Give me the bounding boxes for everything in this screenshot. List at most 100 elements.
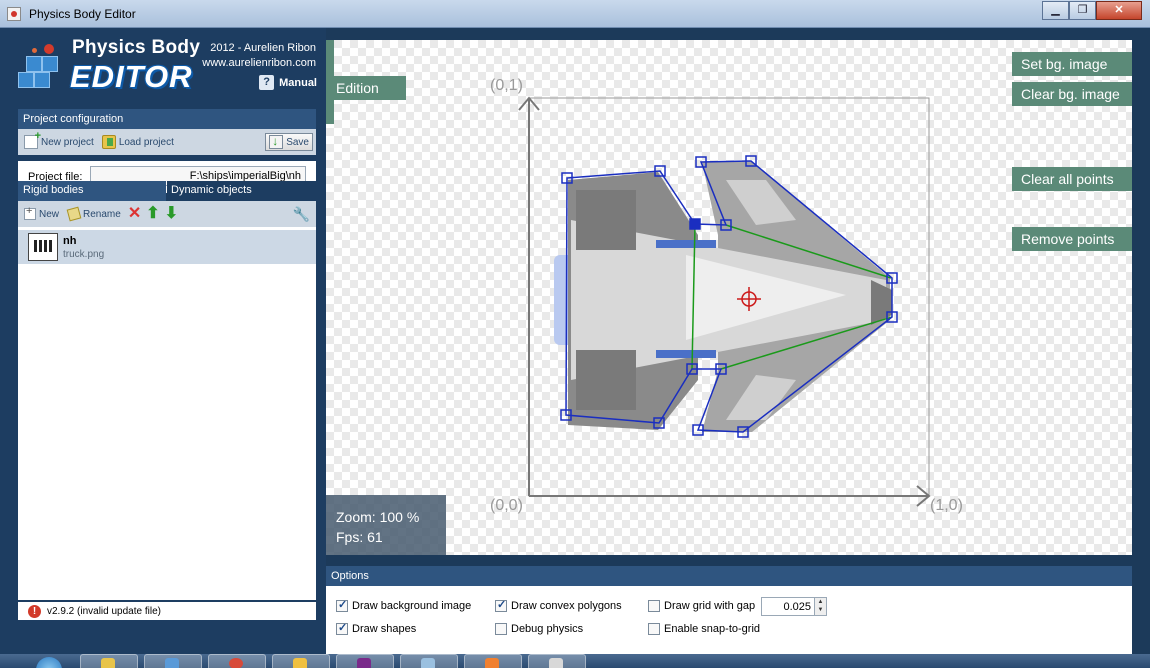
rename-body-button[interactable]: Rename (66, 206, 123, 222)
app-icon (357, 658, 371, 668)
debug-physics-label: Debug physics (511, 623, 584, 635)
window-controls: ▁ ❐ ✕ (1042, 1, 1142, 20)
spinner-down-icon[interactable]: ▼ (815, 606, 826, 614)
draw-grid-option[interactable]: Draw grid with gap (648, 600, 755, 612)
clear-bg-image-button[interactable]: Clear bg. image (1012, 82, 1132, 106)
bodies-toolbar: New Rename ✕ ⬆ ⬇ 🔧 (18, 201, 316, 227)
folder-icon (101, 135, 116, 149)
coord-origin: (0,0) (490, 497, 523, 514)
zoom-level: Zoom: 100 % (336, 509, 420, 525)
set-bg-image-button[interactable]: Set bg. image (1012, 52, 1132, 76)
move-up-icon[interactable]: ⬆ (146, 206, 159, 222)
delete-icon[interactable]: ✕ (128, 206, 141, 222)
spinner-up-icon[interactable]: ▲ (815, 598, 826, 606)
status-bar: ! v2.9.2 (invalid update file) (18, 602, 316, 620)
save-icon (269, 134, 284, 149)
draw-convex-label: Draw convex polygons (511, 600, 622, 612)
rename-body-label: Rename (83, 208, 121, 220)
tab-rigid-bodies[interactable]: Rigid bodies (18, 181, 166, 201)
new-project-button[interactable]: New project (22, 130, 96, 151)
snap-grid-label: Enable snap-to-grid (664, 623, 761, 635)
wrench-icon[interactable]: 🔧 (293, 206, 310, 223)
maximize-button[interactable]: ❐ (1069, 1, 1096, 20)
edition-mode-label[interactable]: Edition (326, 40, 406, 124)
body-file: truck.png (63, 249, 105, 260)
grid-gap-input[interactable] (762, 598, 814, 615)
zoom-fps-readout: Zoom: 100 % Fps: 61 (326, 495, 446, 555)
taskbar-chrome[interactable] (208, 654, 266, 668)
draw-shapes-checkbox[interactable] (336, 621, 348, 635)
snap-grid-option[interactable]: Enable snap-to-grid (648, 623, 760, 635)
logo-area: Physics Body EDITOR 2012 - Aurelien Ribo… (0, 28, 326, 106)
coord-bottom-right: (1,0) (930, 497, 963, 514)
options-panel: Draw background image Draw shapes Draw c… (326, 586, 1132, 654)
media-icon (165, 658, 179, 668)
save-button[interactable]: Save (265, 133, 313, 151)
pencil-icon (66, 206, 82, 222)
window-icon (421, 658, 435, 668)
debug-physics-option[interactable]: Debug physics (495, 623, 583, 635)
credits: 2012 - Aurelien Ribon www.aurelienribon.… (202, 41, 316, 71)
load-project-label: Load project (118, 136, 174, 148)
credits-website: www.aurelienribon.com (202, 57, 316, 69)
folder-icon (293, 658, 307, 668)
taskbar-window[interactable] (400, 654, 458, 668)
app-icon (7, 7, 21, 21)
snap-grid-checkbox[interactable] (648, 623, 660, 635)
editor-canvas[interactable]: Edition Set bg. image Clear bg. image Cl… (326, 40, 1132, 555)
ship-image (554, 162, 892, 432)
window-title: Physics Body Editor (29, 7, 136, 21)
vertex-handle-selected[interactable] (689, 218, 701, 230)
bodies-list: nh truck.png (18, 227, 316, 600)
scene-svg (518, 96, 931, 507)
load-project-button[interactable]: Load project (100, 133, 176, 151)
body-thumbnail (28, 233, 58, 261)
manual-label: Manual (279, 76, 317, 89)
add-icon (24, 205, 36, 220)
grid-gap-spinner[interactable]: ▲ ▼ (761, 597, 827, 616)
options-header: Options (326, 566, 1132, 586)
error-icon: ! (28, 604, 41, 618)
new-body-label: New (39, 208, 60, 220)
draw-bg-image-option[interactable]: Draw background image (336, 598, 472, 612)
draw-shapes-option[interactable]: Draw shapes (336, 621, 417, 635)
list-item[interactable]: nh truck.png (18, 230, 316, 264)
save-label: Save (286, 136, 309, 148)
taskbar-editor[interactable] (528, 654, 586, 668)
draw-bg-image-label: Draw background image (352, 600, 472, 612)
coord-top-left: (0,1) (490, 77, 523, 94)
logo-icon (18, 42, 70, 98)
help-icon: ? (259, 75, 275, 90)
move-down-icon[interactable]: ⬇ (165, 206, 178, 222)
spinner-arrows[interactable]: ▲ ▼ (814, 598, 826, 615)
draw-convex-checkbox[interactable] (495, 598, 507, 612)
remove-points-button[interactable]: Remove points (1012, 227, 1132, 251)
minimize-button[interactable]: ▁ (1042, 1, 1069, 20)
draw-grid-checkbox[interactable] (648, 600, 660, 612)
logo-title: Physics Body (72, 37, 201, 58)
debug-physics-checkbox[interactable] (495, 623, 507, 635)
new-file-icon (24, 130, 41, 149)
draw-shapes-label: Draw shapes (352, 623, 417, 635)
draw-grid-label: Draw grid with gap (664, 600, 756, 612)
taskbar-java[interactable] (464, 654, 522, 668)
title-bar: Physics Body Editor ▁ ❐ ✕ (0, 0, 1150, 28)
project-toolbar: New project Load project Save (18, 129, 316, 155)
draw-convex-option[interactable]: Draw convex polygons (495, 598, 622, 612)
chrome-icon (229, 658, 243, 668)
taskbar-media[interactable] (144, 654, 202, 668)
taskbar-folder[interactable] (272, 654, 330, 668)
draw-bg-image-checkbox[interactable] (336, 598, 348, 612)
tab-dynamic-objects[interactable]: Dynamic objects (167, 181, 316, 201)
clear-all-points-button[interactable]: Clear all points (1012, 167, 1132, 191)
taskbar-explorer[interactable] (80, 654, 138, 668)
close-button[interactable]: ✕ (1096, 1, 1142, 20)
project-config-header: Project configuration (18, 109, 316, 129)
credits-author: 2012 - Aurelien Ribon (210, 42, 316, 54)
manual-link[interactable]: ? Manual (259, 75, 317, 90)
taskbar-app[interactable] (336, 654, 394, 668)
fps-counter: Fps: 61 (336, 529, 383, 545)
new-body-button[interactable]: New (22, 205, 61, 222)
body-tabs: Rigid bodies Dynamic objects (18, 181, 316, 201)
logo-subtitle: EDITOR (70, 59, 193, 94)
